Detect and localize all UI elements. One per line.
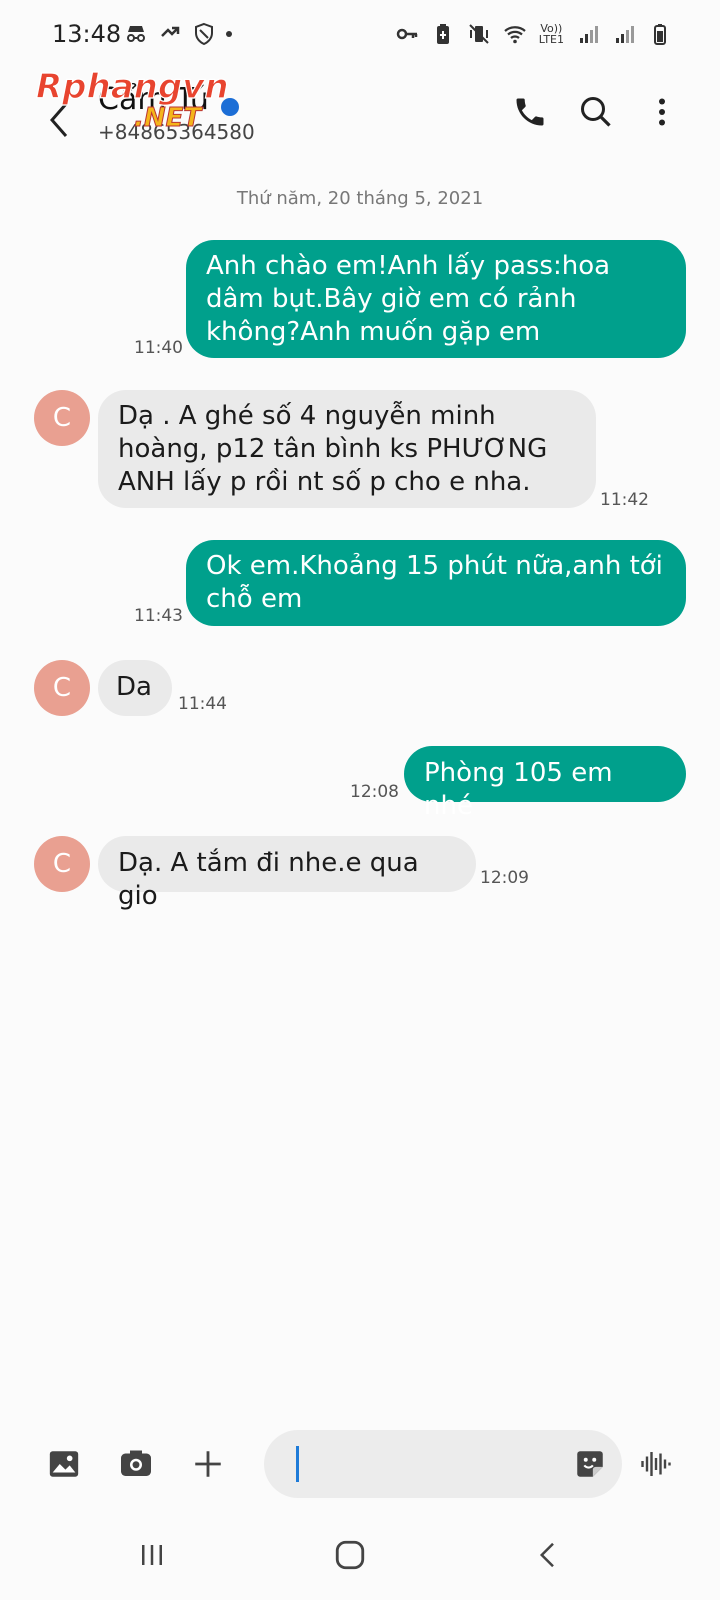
add-icon	[195, 1451, 221, 1477]
camera-icon	[121, 1450, 151, 1476]
watermark-logo: Rphangvn .NET	[35, 66, 239, 132]
vibrate-icon	[468, 24, 489, 44]
outgoing-message-bubble[interactable]: Phòng 105 em nhé	[404, 746, 686, 821]
message-input[interactable]	[264, 1430, 622, 1498]
incoming-message-bubble[interactable]: Dạ . A ghé số 4 nguyễn minh hoàng, p12 t…	[98, 390, 596, 508]
status-left-icons	[124, 22, 232, 46]
outgoing-message-bubble[interactable]: Anh chào em!Anh lấy pass:hoa dâm bụt.Bây…	[186, 240, 686, 358]
message-time: 11:42	[600, 490, 649, 510]
voice-record-button[interactable]	[634, 1442, 678, 1486]
call-button[interactable]	[508, 90, 552, 134]
network-type-label: Vo)) LTE1	[539, 23, 564, 45]
wifi-icon	[503, 26, 526, 44]
search-button[interactable]	[574, 90, 618, 134]
more-vert-icon	[659, 98, 665, 126]
watermark-dot-icon	[221, 98, 239, 116]
incognito-icon	[127, 26, 145, 42]
lte-label: LTE1	[538, 33, 564, 46]
home-button[interactable]	[320, 1530, 380, 1580]
watermark-top-text: Rphangvn	[36, 67, 229, 107]
battery-icon	[654, 24, 666, 45]
phone-icon	[516, 98, 544, 126]
vpn-key-icon	[396, 28, 417, 40]
watermark-bottom-text: .NET	[134, 103, 203, 132]
message-time: 11:43	[134, 606, 183, 626]
home-icon	[335, 1540, 365, 1570]
status-time: 13:48	[52, 20, 122, 48]
message-time: 11:44	[178, 694, 227, 714]
conversation-header: Cẩm Tú +84865364580 Rphangvn .NET	[0, 66, 720, 172]
system-nav-bar	[0, 1520, 720, 1600]
contact-avatar[interactable]: C	[34, 836, 90, 892]
outgoing-message-bubble[interactable]: Ok em.Khoảng 15 phút nữa,anh tới chỗ em	[186, 540, 686, 626]
contact-avatar[interactable]: C	[34, 390, 90, 446]
add-attachment-button[interactable]	[186, 1442, 230, 1486]
message-time: 11:40	[134, 338, 183, 358]
nav-back-button[interactable]	[518, 1530, 578, 1580]
gallery-button[interactable]	[42, 1442, 86, 1486]
search-icon	[581, 97, 611, 127]
compose-bar	[0, 1430, 720, 1498]
sync-icon	[161, 26, 180, 37]
battery-saver-icon	[436, 24, 449, 44]
sticker-button[interactable]	[570, 1444, 610, 1484]
shield-icon	[195, 22, 213, 46]
recents-icon	[142, 1545, 162, 1565]
message-time: 12:09	[480, 868, 529, 888]
incoming-message-bubble[interactable]: Dạ. A tắm đi nhe.e qua gio	[98, 836, 476, 911]
status-right-icons: Vo)) LTE1	[395, 22, 672, 46]
notification-dot-icon	[226, 31, 232, 37]
date-divider: Thứ năm, 20 tháng 5, 2021	[236, 188, 484, 209]
signal-sim1-icon	[580, 26, 598, 43]
signal-sim2-icon	[616, 26, 634, 43]
camera-button[interactable]	[114, 1442, 158, 1486]
voice-icon	[641, 1452, 671, 1476]
incoming-message-bubble[interactable]: Da	[98, 660, 172, 716]
gallery-icon	[49, 1451, 79, 1477]
contact-avatar[interactable]: C	[34, 660, 90, 716]
sticker-icon	[577, 1451, 603, 1477]
message-time: 12:08	[350, 782, 399, 802]
text-caret	[296, 1446, 299, 1482]
nav-back-icon	[539, 1542, 554, 1568]
recents-button[interactable]	[122, 1530, 182, 1580]
more-options-button[interactable]	[640, 90, 684, 134]
